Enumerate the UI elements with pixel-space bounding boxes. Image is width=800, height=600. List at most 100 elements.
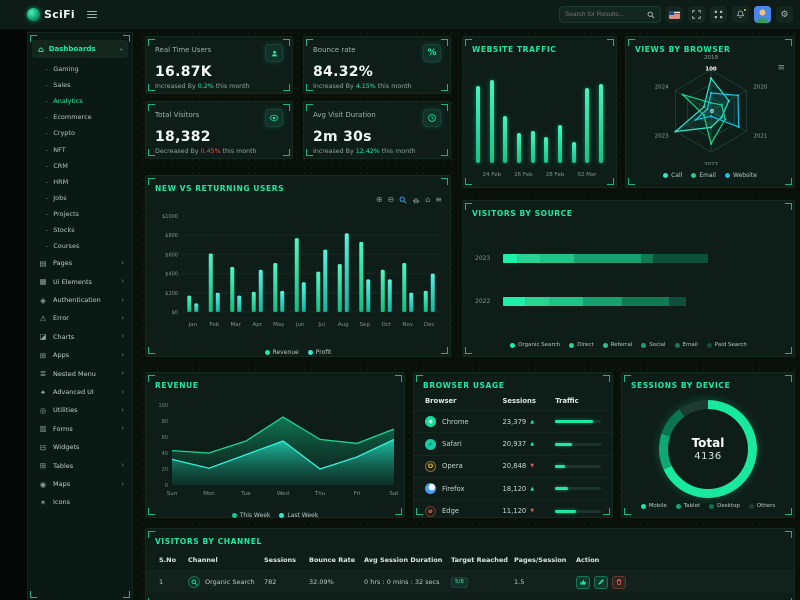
- legend-item-email[interactable]: Email: [675, 342, 698, 348]
- legend-item-revenue[interactable]: Revenue: [265, 349, 299, 356]
- fullscreen-button[interactable]: [688, 6, 705, 23]
- zoom-in-icon[interactable]: ⊕: [376, 196, 383, 204]
- like-button[interactable]: [576, 576, 590, 589]
- legend-item-desktop[interactable]: Desktop: [709, 503, 740, 509]
- segment-direct: [525, 297, 549, 306]
- svg-text:2023: 2023: [655, 134, 669, 140]
- legend-item-referral[interactable]: Referral: [603, 342, 633, 348]
- sidebar-item-advanced-ui[interactable]: ✦Advanced UI›: [28, 383, 132, 401]
- svg-text:80: 80: [162, 419, 168, 425]
- sidebar-item-sales[interactable]: –Sales: [28, 77, 132, 93]
- legend-item-profit[interactable]: Profit: [308, 349, 332, 356]
- user-avatar[interactable]: [754, 6, 771, 23]
- sidebar-item-label: Icons: [53, 498, 70, 506]
- sidebar-item-label: HRM: [53, 178, 68, 186]
- stat-value: 18,382: [155, 129, 283, 145]
- browser-row-edge: eEdge11,120▼: [414, 500, 612, 522]
- sidebar-item-label: NFT: [53, 146, 65, 154]
- delete-button[interactable]: [612, 576, 626, 589]
- sidebar-item-nested-menu[interactable]: ≣Nested Menu›: [28, 364, 132, 382]
- browser-name: Safari: [442, 440, 462, 448]
- sidebar-item-utilities[interactable]: ◎Utilities›: [28, 401, 132, 419]
- svg-text:Mar: Mar: [231, 322, 242, 328]
- segment-organic-search: [503, 254, 517, 263]
- svg-text:Dec: Dec: [424, 322, 435, 328]
- sidebar-item-widgets[interactable]: ⊟Widgets: [28, 438, 132, 456]
- selection-zoom-icon[interactable]: [399, 196, 407, 204]
- sidebar-item-tables[interactable]: ⊞Tables›: [28, 456, 132, 474]
- sidebar-item-forms[interactable]: ▥Forms›: [28, 420, 132, 438]
- traffic-progress-fill: [555, 465, 565, 468]
- chevron-right-icon: ›: [121, 425, 124, 432]
- svg-text:20: 20: [162, 467, 168, 473]
- language-flag-button[interactable]: [666, 6, 683, 23]
- sidebar-item-gaming[interactable]: –Gaming: [28, 61, 132, 77]
- legend-item-email[interactable]: Email: [691, 172, 716, 179]
- search-input[interactable]: [565, 11, 644, 18]
- sessions-cell: 23,379▲: [502, 418, 555, 426]
- brand-logo[interactable]: SciFi: [27, 8, 75, 21]
- card-title: NEW VS RETURNING USERS: [146, 176, 450, 193]
- sidebar-item-authentication[interactable]: ◈Authentication›: [28, 291, 132, 309]
- settings-button[interactable]: ⚙: [776, 6, 793, 23]
- sidebar-item-hrm[interactable]: –HRM: [28, 174, 132, 190]
- svg-text:100: 100: [158, 403, 168, 409]
- legend-item-this-week[interactable]: This Week: [232, 512, 271, 519]
- card-title: SESSIONS BY DEVICE: [622, 373, 794, 390]
- legend-item-organic-search[interactable]: Organic Search: [510, 342, 560, 348]
- chevron-down-icon: ›: [117, 48, 124, 51]
- sidebar-item-maps[interactable]: ◉Maps›: [28, 475, 132, 493]
- sidebar-toggle-icon[interactable]: [87, 9, 97, 20]
- legend-item-mobile[interactable]: Mobile: [641, 503, 667, 509]
- legend-item-social[interactable]: Social: [641, 342, 665, 348]
- sidebar-item-charts[interactable]: ◪Charts›: [28, 328, 132, 346]
- trend-down-icon: ▼: [530, 463, 534, 469]
- sidebar-item-error[interactable]: ⚠Error›: [28, 309, 132, 327]
- sidebar-item-analytics[interactable]: –Analytics: [28, 93, 132, 109]
- sidebar-item-projects[interactable]: –Projects: [28, 206, 132, 222]
- sidebar-item-label: Maps: [53, 480, 70, 488]
- home-icon: ⌂: [38, 45, 44, 54]
- avatar-person-icon: [754, 6, 771, 23]
- legend-item-others[interactable]: Others: [749, 503, 775, 509]
- browser-row-opera: OOpera20,848▼: [414, 455, 612, 477]
- firefox-icon: [425, 483, 436, 494]
- sessions-cell: 11,120▼: [502, 507, 555, 515]
- sidebar-item-courses[interactable]: –Courses: [28, 238, 132, 254]
- legend-item-call[interactable]: Call: [663, 172, 682, 179]
- home-reset-icon[interactable]: ⌂: [425, 196, 430, 204]
- sidebar-item-apps[interactable]: ⊞Apps›: [28, 346, 132, 364]
- apps-button[interactable]: [710, 6, 727, 23]
- sidebar-item-nft[interactable]: –NFT: [28, 141, 132, 157]
- sidebar-item-icons[interactable]: ✶ Icons: [28, 493, 132, 511]
- sidebar-item-crm[interactable]: –CRM: [28, 158, 132, 174]
- icons-icon: ✶: [38, 498, 48, 507]
- zoom-out-icon[interactable]: ⊖: [388, 196, 395, 204]
- legend-item-last-week[interactable]: Last Week: [279, 512, 318, 519]
- sidebar-item-crypto[interactable]: –Crypto: [28, 125, 132, 141]
- sidebar-item-jobs[interactable]: –Jobs: [28, 190, 132, 206]
- avg-duration-cell: 0 hrs : 0 mins : 32 secs: [364, 578, 451, 586]
- sidebar-item-label: Pages: [53, 259, 72, 267]
- search-icon[interactable]: [647, 11, 655, 19]
- legend-item-tablet[interactable]: Tablet: [676, 503, 700, 509]
- sidebar-item-ecommerce[interactable]: –Ecommerce: [28, 109, 132, 125]
- legend-item-direct[interactable]: Direct: [569, 342, 593, 348]
- sidebar-item-stocks[interactable]: –Stocks: [28, 222, 132, 238]
- card-new-vs-returning-users: NEW VS RETURNING USERS ⊕ ⊖ ⌂ ≡ $0$200$40…: [145, 175, 451, 357]
- legend-item-paid-search[interactable]: Paid Search: [707, 342, 747, 348]
- browser-cell: ✓Safari: [425, 439, 502, 450]
- sidebar-item-dashboards[interactable]: ⌂ Dashboards ›: [32, 40, 128, 58]
- pan-icon[interactable]: [412, 196, 420, 204]
- traffic-progress: [555, 443, 601, 446]
- svg-text:Aug: Aug: [338, 322, 349, 328]
- sessions-value: 23,379: [502, 418, 526, 426]
- notifications-button[interactable]: [732, 6, 749, 23]
- sidebar-item-pages[interactable]: ▤Pages›: [28, 254, 132, 272]
- chart-menu-icon[interactable]: ≡: [435, 196, 442, 204]
- eye-icon: [265, 109, 283, 127]
- edit-button[interactable]: [594, 576, 608, 589]
- sidebar-item-ui-elements[interactable]: ▦Ui Elements›: [28, 273, 132, 291]
- legend-item-website[interactable]: Website: [725, 172, 757, 179]
- legend-dot: [603, 343, 608, 348]
